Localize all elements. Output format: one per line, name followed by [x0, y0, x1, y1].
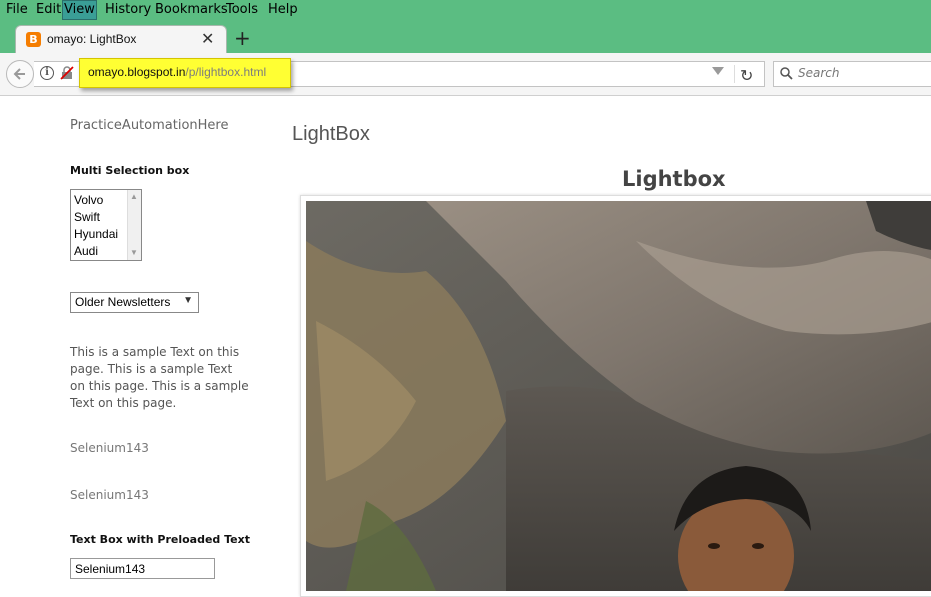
tab-omayo-lightbox[interactable]: B omayo: LightBox ✕ — [15, 25, 227, 54]
url-host: omayo.blogspot.in — [88, 65, 186, 79]
tab-title: omayo: LightBox — [47, 32, 137, 46]
reload-icon[interactable]: ↻ — [740, 66, 753, 85]
option-hyundai[interactable]: Hyundai — [74, 226, 118, 242]
url-dropdown-icon[interactable] — [712, 67, 724, 75]
multi-select-scrollbar[interactable]: ▲ ▼ — [127, 190, 141, 260]
url-text: omayo.blogspot.in/p/lightbox.html — [88, 65, 266, 79]
back-button[interactable] — [6, 60, 34, 88]
blogger-favicon-icon: B — [26, 32, 41, 47]
new-tab-button[interactable]: + — [234, 26, 251, 50]
preloaded-text-heading: Text Box with Preloaded Text — [70, 533, 250, 546]
url-separator — [734, 65, 735, 83]
chevron-down-icon: ▼ — [183, 295, 193, 306]
scroll-down-icon[interactable]: ▼ — [130, 248, 138, 257]
site-title[interactable]: PracticeAutomationHere — [70, 118, 228, 133]
post-title: LightBox — [292, 123, 370, 145]
lightbox-heading: Lightbox — [622, 167, 726, 191]
lightbox-photo[interactable] — [306, 201, 931, 591]
menu-bookmarks[interactable]: Bookmarks — [154, 1, 229, 19]
preloaded-text-input[interactable] — [70, 558, 215, 579]
menu-bar: File Edit View History Bookmarks Tools H… — [0, 0, 931, 21]
url-highlight[interactable]: omayo.blogspot.in/p/lightbox.html — [79, 58, 291, 88]
back-arrow-icon — [13, 68, 25, 80]
selenium-text-2: Selenium143 — [70, 488, 149, 502]
newsletter-dropdown[interactable]: Older Newsletters ▼ — [70, 292, 199, 313]
option-swift[interactable]: Swift — [74, 209, 100, 225]
sample-text: This is a sample Text on this page. This… — [70, 345, 249, 410]
menu-file[interactable]: File — [5, 1, 29, 19]
option-audi[interactable]: Audi — [74, 243, 98, 259]
lightbox-image-frame[interactable] — [300, 195, 931, 597]
menu-view[interactable]: View — [62, 0, 97, 20]
menu-help[interactable]: Help — [267, 1, 299, 19]
tab-strip: B omayo: LightBox ✕ + — [0, 21, 931, 54]
menu-history[interactable]: History — [104, 1, 152, 19]
multi-selection-box[interactable]: Volvo Swift Hyundai Audi ▲ ▼ — [70, 189, 142, 261]
search-icon — [780, 67, 793, 80]
menu-edit[interactable]: Edit — [35, 1, 62, 19]
option-volvo[interactable]: Volvo — [74, 192, 103, 208]
insecure-lock-icon[interactable] — [60, 66, 74, 80]
site-info-icon[interactable]: i — [40, 66, 54, 80]
selenium-text-1: Selenium143 — [70, 441, 149, 455]
multi-selection-heading: Multi Selection box — [70, 164, 190, 177]
newsletter-selected: Older Newsletters — [75, 295, 171, 309]
scroll-up-icon[interactable]: ▲ — [130, 192, 138, 201]
tab-close-icon[interactable]: ✕ — [201, 29, 214, 48]
menu-tools[interactable]: Tools — [225, 1, 259, 19]
search-placeholder: Search — [798, 66, 840, 80]
url-path: /p/lightbox.html — [185, 65, 267, 79]
search-bar[interactable]: Search — [773, 61, 931, 87]
